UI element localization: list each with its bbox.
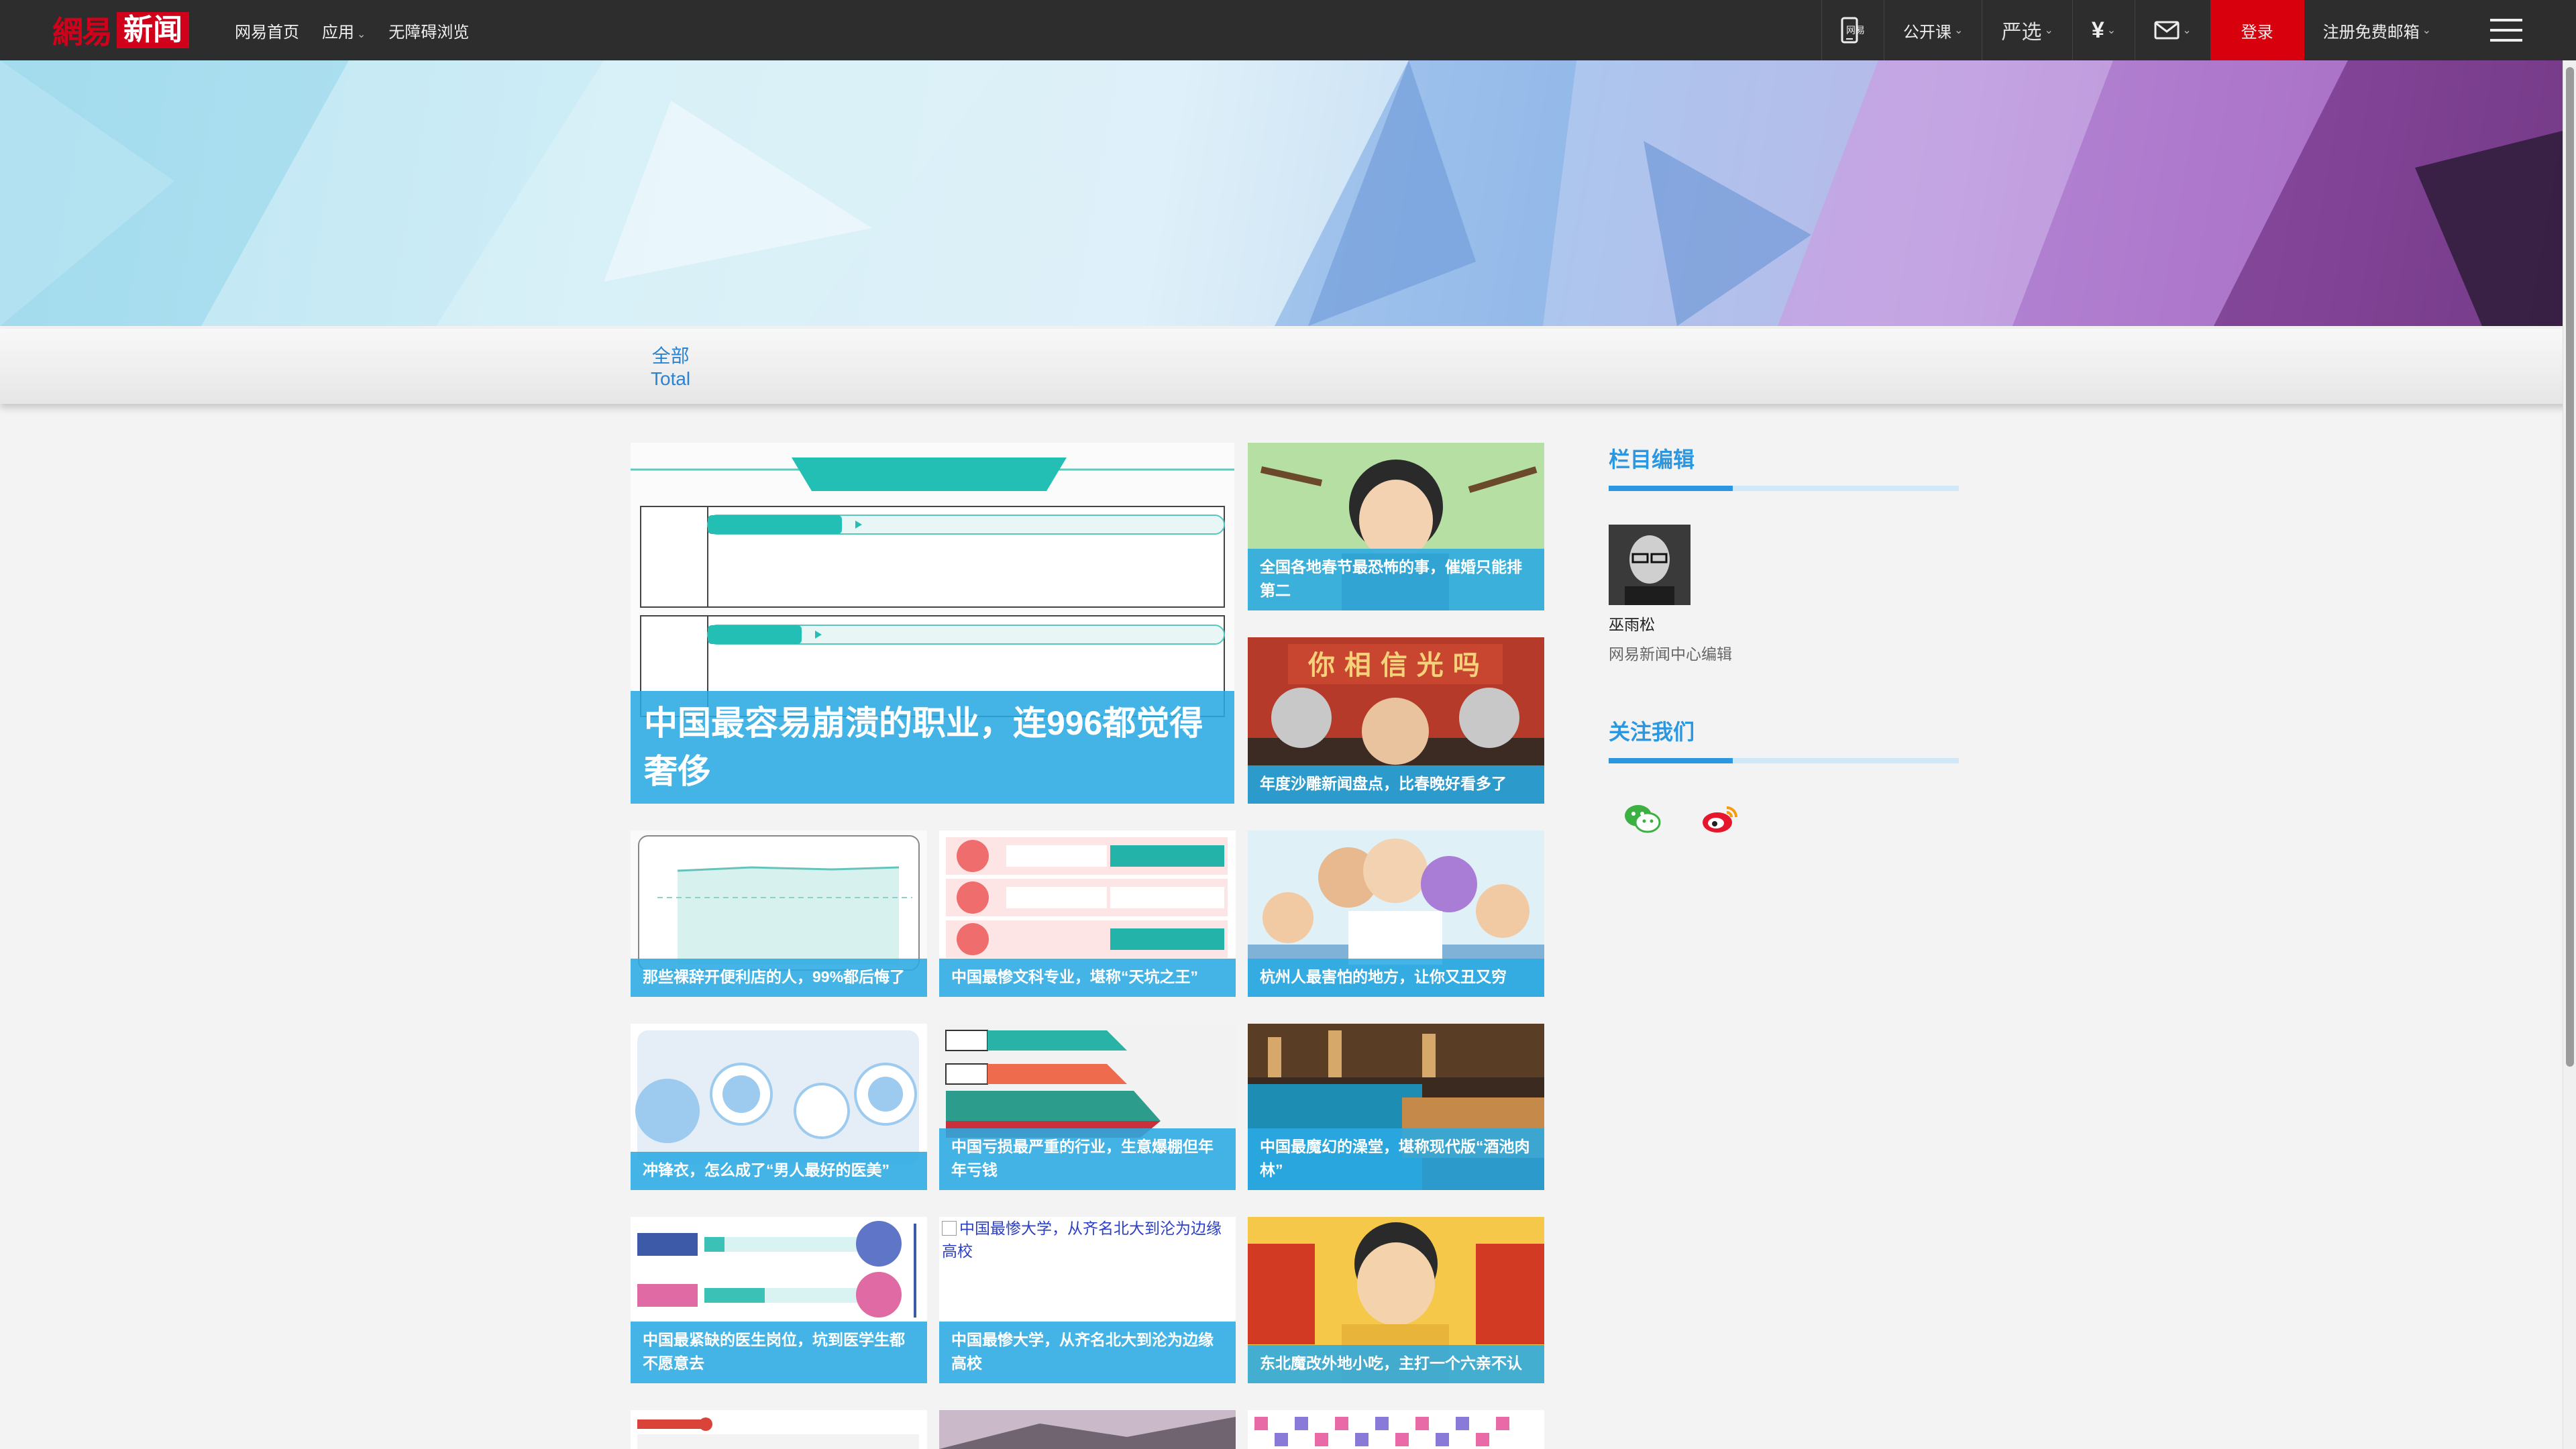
yanxuan-label: 严选 [2001, 21, 2042, 44]
article-caption: 冲锋衣，怎么成了“男人最好的医美” [631, 1152, 927, 1190]
article-card[interactable]: 东北魔改外地小吃，主打一个六亲不认 [1248, 1217, 1544, 1383]
top-nav-bar: 網易 新闻 网易首页 应用⌄ 无障碍浏览 网易 公开课 ⌄ 严选 ⌄ ¥ ⌄ [0, 0, 2576, 60]
article-caption: 那些裸辞开便利店的人，99%都后悔了 [631, 959, 927, 997]
article-card[interactable]: 中国亏损最严重的行业，生意爆棚但年年亏钱 [939, 1024, 1236, 1190]
chevron-down-icon: ⌄ [2106, 25, 2116, 36]
broken-image-alt-text: 中国最惨大学，从齐名北大到沦为边缘高校 [942, 1220, 1222, 1260]
sidebar: 栏目编辑 巫雨松 网易新闻中心编辑 关注我们 [1609, 443, 1959, 836]
mobile-app-label: 网易 [1846, 25, 1866, 36]
low-poly-banner-art [0, 60, 2576, 326]
logo-text-netease: 網易 [52, 14, 113, 50]
open-course-menu[interactable]: 公开课 ⌄ [1884, 0, 1982, 60]
nav-link-apps-label: 应用 [322, 23, 354, 42]
login-label: 登录 [2241, 23, 2273, 42]
chevron-down-icon: ⌄ [2182, 25, 2192, 36]
article-thumbnail [939, 1410, 1236, 1449]
article-card-featured[interactable]: 中国最容易崩溃的职业，连996都觉得奢侈 [631, 443, 1234, 804]
category-filter-bar: 全部 Total [0, 329, 2576, 404]
article-card[interactable]: 你 相 信 光 吗 年度沙雕新闻盘点，比春晚好看多了 [1248, 637, 1544, 804]
chevron-down-icon: ⌄ [2044, 25, 2053, 36]
page-scrollbar[interactable] [2563, 60, 2576, 1449]
editor-section-title: 栏目编辑 [1609, 447, 1695, 472]
nav-link-home[interactable]: 网易首页 [235, 19, 299, 42]
payment-menu[interactable]: ¥ ⌄ [2072, 0, 2135, 60]
editor-role: 网易新闻中心编辑 [1609, 645, 1732, 663]
yanxuan-menu[interactable]: 严选 ⌄ [1982, 0, 2072, 60]
social-links [1609, 802, 1959, 836]
tab-all[interactable]: 全部 Total [651, 345, 690, 390]
article-caption: 中国最惨文科专业，堪称“天坑之王” [939, 959, 1236, 997]
editor-name: 巫雨松 [1609, 616, 1655, 633]
article-caption: 中国最魔幻的澡堂，堪称现代版“酒池肉林” [1248, 1128, 1544, 1190]
follow-section-title: 关注我们 [1609, 720, 1695, 744]
article-card[interactable]: 冲锋衣，怎么成了“男人最好的医美” [631, 1024, 927, 1190]
header-banner [0, 60, 2576, 326]
editor-avatar[interactable] [1609, 525, 1690, 605]
article-card[interactable]: 杭州人最害怕的地方，让你又丑又穷 [1248, 830, 1544, 997]
article-card[interactable]: 中国最魔幻的澡堂，堪称现代版“酒池肉林” [1248, 1024, 1544, 1190]
register-mail-menu[interactable]: 注册免费邮箱 ⌄ [2304, 0, 2450, 60]
hamburger-icon [2490, 19, 2522, 42]
article-caption: 东北魔改外地小吃，主打一个六亲不认 [1248, 1345, 1544, 1383]
chevron-down-icon: ⌄ [1954, 25, 1964, 36]
article-card[interactable]: 中国最紧缺的医生岗位，坑到医学生都不愿意去 [631, 1217, 927, 1383]
scrollbar-thumb[interactable] [2566, 67, 2574, 1067]
article-card[interactable] [1248, 1410, 1544, 1449]
menu-button[interactable] [2450, 0, 2576, 60]
section-divider [1609, 758, 1959, 763]
chevron-down-icon: ⌄ [2422, 25, 2431, 36]
chevron-down-icon: ⌄ [357, 28, 366, 40]
article-caption: 中国最惨大学，从齐名北大到沦为边缘高校 [939, 1322, 1236, 1383]
article-card[interactable] [939, 1410, 1236, 1449]
article-caption: 杭州人最害怕的地方，让你又丑又穷 [1248, 959, 1544, 997]
svg-text:你 相 信 光 吗: 你 相 信 光 吗 [1307, 649, 1480, 681]
article-caption: 中国亏损最严重的行业，生意爆棚但年年亏钱 [939, 1128, 1236, 1190]
mail-icon [2154, 21, 2180, 40]
nav-links: 网易首页 应用 ⌄ 无障碍浏览 [235, 0, 469, 60]
open-course-label: 公开课 [1903, 23, 1952, 42]
netease-news-logo[interactable]: 網易 新闻 [52, 12, 203, 50]
mail-menu[interactable]: ⌄ [2135, 0, 2210, 60]
broken-image-icon [942, 1221, 957, 1236]
article-card[interactable]: 中国最惨文科专业，堪称“天坑之王” [939, 830, 1236, 997]
mobile-app-button[interactable]: 网易 [1821, 0, 1884, 60]
section-divider [1609, 486, 1959, 491]
weibo-icon[interactable] [1700, 802, 1740, 836]
broken-image-alt: 中国最惨大学，从齐名北大到沦为边缘高校 [939, 1217, 1236, 1263]
wechat-icon[interactable] [1622, 802, 1662, 836]
nav-link-accessibility[interactable]: 无障碍浏览 [388, 19, 469, 42]
editor-photo [1609, 525, 1690, 605]
article-caption: 全国各地春节最恐怖的事，催婚只能排第二 [1248, 549, 1544, 610]
article-thumbnail [1248, 1410, 1544, 1449]
tab-all-cn: 全部 [651, 345, 690, 366]
article-card[interactable] [631, 1410, 927, 1449]
yuan-icon: ¥ [2091, 17, 2104, 43]
article-caption: 中国最容易崩溃的职业，连996都觉得奢侈 [631, 691, 1234, 804]
tab-all-en: Total [651, 368, 691, 389]
nav-link-apps[interactable]: 应用 ⌄ [322, 19, 366, 42]
login-button[interactable]: 登录 [2210, 0, 2304, 60]
article-card[interactable]: 全国各地春节最恐怖的事，催婚只能排第二 [1248, 443, 1544, 610]
logo-text-news: 新闻 [117, 12, 189, 48]
article-card[interactable]: 中国最惨大学，从齐名北大到沦为边缘高校 中国最惨大学，从齐名北大到沦为边缘高校 [939, 1217, 1236, 1383]
article-caption: 年度沙雕新闻盘点，比春晚好看多了 [1248, 765, 1544, 804]
register-mail-label: 注册免费邮箱 [2322, 23, 2420, 42]
right-nav: 网易 公开课 ⌄ 严选 ⌄ ¥ ⌄ ⌄ 登录 注册免费邮箱 ⌄ [1821, 0, 2576, 60]
article-card[interactable]: 那些裸辞开便利店的人，99%都后悔了 [631, 830, 927, 997]
article-thumbnail [631, 1410, 927, 1449]
article-caption: 中国最紧缺的医生岗位，坑到医学生都不愿意去 [631, 1322, 927, 1383]
